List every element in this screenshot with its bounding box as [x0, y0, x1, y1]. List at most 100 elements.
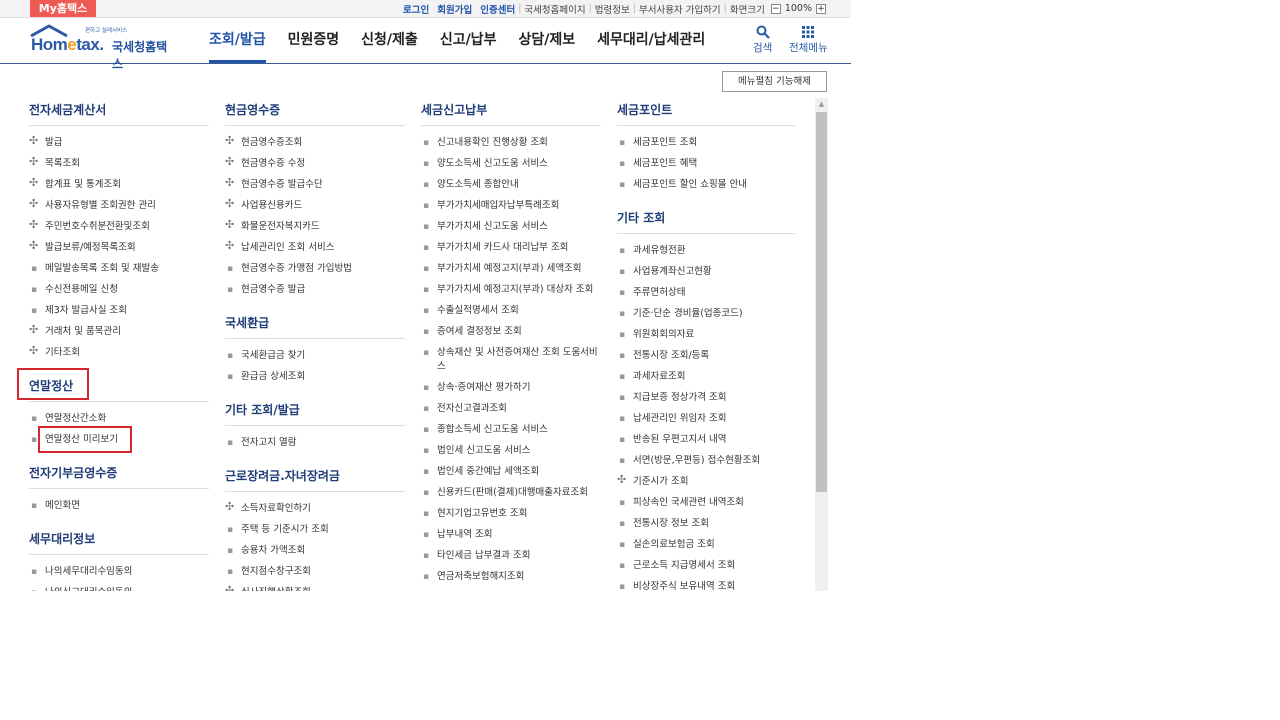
menu-item[interactable]: ▪ 상속·증여재산 평가하기 [421, 377, 601, 398]
nav-report-pay[interactable]: 신고/납부 [440, 18, 497, 63]
menu-item[interactable]: ▪ 현지점수창구조회 [225, 561, 405, 582]
menu-item[interactable]: ✣ 기준시가 조회 [617, 471, 795, 492]
section-title[interactable]: 기타 조회/발급 [225, 401, 405, 426]
menu-item[interactable]: ▪ 세금포인트 할인 쇼핑몰 안내 [617, 174, 795, 195]
menu-item[interactable]: ▪ 과세유형전환 [617, 240, 795, 261]
scrollbar-thumb[interactable] [816, 112, 827, 492]
nav-civil-certificate[interactable]: 민원증명 [288, 18, 340, 63]
section-title[interactable]: 국세환급 [225, 314, 405, 339]
menu-item[interactable]: ✣ 현금영수증 수정 [225, 153, 405, 174]
cert-center-link[interactable]: 인증센터 [480, 2, 515, 16]
all-menu-button[interactable]: 전체메뉴 [789, 25, 828, 55]
menu-item[interactable]: ▪ 법인세 신고도움 서비스 [421, 440, 601, 461]
menu-item[interactable]: ✣ 납세관리인 조회 서비스 [225, 237, 405, 258]
hometax-logo[interactable]: 편하고 설레서비스 Hometax. 국세청홈택스 [28, 24, 178, 71]
menu-item[interactable]: ▪ 현금영수증 가맹점 가입방법 [225, 258, 405, 279]
menu-unfold-toggle-button[interactable]: 메뉴펼침 기능해제 [722, 71, 827, 92]
menu-item[interactable]: ▪ 환급금 상세조회 [225, 366, 405, 387]
menu-item[interactable]: ▪ 비상장주식 보유내역 조회 [617, 576, 795, 592]
section-title[interactable]: 세금신고납부 [421, 101, 601, 126]
menu-item[interactable]: ▪ 납세관리인 위임자 조회 [617, 408, 795, 429]
menu-item[interactable]: ✣ 사용자유형별 조회권한 관리 [29, 195, 209, 216]
dept-user-signup-link[interactable]: 부서사용자 가입하기 [639, 2, 721, 16]
section-title[interactable]: 세금포인트 [617, 101, 795, 126]
section-title[interactable]: 근로장려금.자녀장려금 [225, 467, 405, 492]
menu-item[interactable]: ▪ 서면(방문,우편등) 접수현황조회 [617, 450, 795, 471]
menu-item[interactable]: ▪ 전자신고결과조회 [421, 398, 601, 419]
section-title[interactable]: 전자기부금영수증 [29, 464, 209, 489]
menu-item[interactable]: ✣ 사업용신용카드 [225, 195, 405, 216]
menu-item[interactable]: ✣ 화물운전자복지카드 [225, 216, 405, 237]
login-link[interactable]: 로그인 [403, 2, 429, 16]
menu-item[interactable]: ▪ 신고내용확인 진행상황 조회 [421, 132, 601, 153]
nav-inquiry-issue[interactable]: 조회/발급 [209, 18, 266, 63]
law-info-link[interactable]: 법령정보 [595, 2, 630, 16]
menu-item[interactable]: ✣ 거래처 및 품목관리 [29, 321, 209, 342]
menu-item[interactable]: ▪ 과세자료조회 [617, 366, 795, 387]
signup-link[interactable]: 회원가입 [437, 2, 472, 16]
menu-item[interactable]: ▪ 현지기업고유번호 조회 [421, 503, 601, 524]
menu-item[interactable]: ▪ 현금영수증 발급 [225, 279, 405, 300]
menu-item[interactable]: ▪ 위원회회의자료 [617, 324, 795, 345]
menu-item[interactable]: ▪ 부가가치세 카드사 대리납부 조회 [421, 237, 601, 258]
menu-item[interactable]: ▪ 나의세무대리수임동의 [29, 561, 209, 582]
menu-item[interactable]: ▪ 타인세금 납부결과 조회 [421, 545, 601, 566]
menu-item[interactable]: ✣ 발급 [29, 132, 209, 153]
menu-item[interactable]: ▪ 전통시장 정보 조회 [617, 513, 795, 534]
nts-homepage-link[interactable]: 국세청홈페이지 [524, 2, 585, 16]
zoom-out-button[interactable]: − [770, 3, 781, 14]
menu-item[interactable]: ▪ 국세환급금 찾기 [225, 345, 405, 366]
menu-item[interactable]: ▪ 실손의료보험금 조회 [617, 534, 795, 555]
menu-item[interactable]: ▪ 연금저축보험해지조회 [421, 566, 601, 587]
scroll-up-arrow-icon[interactable]: ▲ [815, 98, 828, 111]
search-button[interactable]: 검색 [753, 25, 772, 55]
menu-item[interactable]: ▪ 양도소득세 신고도움 서비스 [421, 153, 601, 174]
menu-item[interactable]: ▪ 세금포인트 혜택 [617, 153, 795, 174]
section-title[interactable]: 세무대리정보 [29, 530, 209, 555]
menu-item[interactable]: ▪ 주택 등 기준시가 조회 [225, 519, 405, 540]
menu-item[interactable]: ▪ 메일발송목록 조회 및 재발송 [29, 258, 209, 279]
menu-item[interactable]: ▪ 증여세 결정정보 조회 [421, 321, 601, 342]
menu-item[interactable]: ▪ 승용차 가액조회 [225, 540, 405, 561]
menu-item[interactable]: ▪ 피상속인 국세관련 내역조회 [617, 492, 795, 513]
menu-item[interactable]: ▪ 종합소득세 신고도움 서비스 [421, 419, 601, 440]
menu-item[interactable]: ▪ 사업용계좌신고현황 [617, 261, 795, 282]
menu-item[interactable]: ▪ 제3자 발급사실 조회 [29, 300, 209, 321]
menu-item[interactable]: ✣ 목록조회 [29, 153, 209, 174]
menu-item[interactable]: ▪ 부가가치세 신고도움 서비스 [421, 216, 601, 237]
menu-item[interactable]: ✣ 주민번호수취분전환및조회 [29, 216, 209, 237]
menu-item[interactable]: ▪ 부가가치세매입자납부특례조회 [421, 195, 601, 216]
menu-item[interactable]: ✣ 발급보류/예정목록조회 [29, 237, 209, 258]
section-title[interactable]: 현금영수증 [225, 101, 405, 126]
nav-tax-agent[interactable]: 세무대리/납세관리 [597, 18, 705, 63]
menu-item[interactable]: ✣ 현금영수증조회 [225, 132, 405, 153]
menu-item[interactable]: ✣ 합계표 및 통계조회 [29, 174, 209, 195]
menu-item[interactable]: ▪ 수출실적명세서 조회 [421, 300, 601, 321]
section-title[interactable]: 기타 조회 [617, 209, 795, 234]
menu-item[interactable]: ▪ 부가가치세 예정고지(부과) 대상자 조회 [421, 279, 601, 300]
menu-item[interactable]: ▪ 전통시장 조회/등록 [617, 345, 795, 366]
mytax-button[interactable]: My홈택스 [30, 0, 96, 17]
nav-apply-submit[interactable]: 신청/제출 [361, 18, 418, 63]
menu-item[interactable]: ▪ 세금포인트 조회 [617, 132, 795, 153]
zoom-in-button[interactable]: + [816, 3, 826, 14]
menu-item[interactable]: ▪ 반송된 우편고지서 내역 [617, 429, 795, 450]
menu-item[interactable]: ▪ 지급보증 정상가격 조회 [617, 387, 795, 408]
menu-item[interactable]: ▪ 기준·단순 경비율(업종코드) [617, 303, 795, 324]
menu-item[interactable]: ▪ 근로소득 지급명세서 조회 [617, 555, 795, 576]
menu-item[interactable]: ▪ 나의신고대리수임동의 [29, 582, 209, 592]
menu-item[interactable]: ✣ 소득자료확인하기 [225, 498, 405, 519]
nav-consult-tip[interactable]: 상담/제보 [518, 18, 575, 63]
menu-item[interactable]: ▪ 부가가치세 예정고지(부과) 세액조회 [421, 258, 601, 279]
menu-item[interactable]: ✣ 현금영수증 발급수단 [225, 174, 405, 195]
menu-item[interactable]: ▪ 메인화면 [29, 495, 209, 516]
menu-item[interactable]: ▪ 신용카드(판매(결제)대행매출자료조회 [421, 482, 601, 503]
menu-item[interactable]: ▪ 수신전용메일 신청 [29, 279, 209, 300]
section-title[interactable]: 전자세금계산서 [29, 101, 209, 126]
menu-item[interactable]: ✣ 심사진행상황조회 [225, 582, 405, 591]
menu-item[interactable]: ▪ 납부내역 조회 [421, 524, 601, 545]
menu-item[interactable]: ▪ 전자고지 열람 [225, 432, 405, 453]
vertical-scrollbar[interactable]: ▲ [815, 98, 828, 591]
menu-item[interactable]: ▪ 법인세 중간예납 세액조회 [421, 461, 601, 482]
menu-item[interactable]: ▪ 주류면허상태 [617, 282, 795, 303]
